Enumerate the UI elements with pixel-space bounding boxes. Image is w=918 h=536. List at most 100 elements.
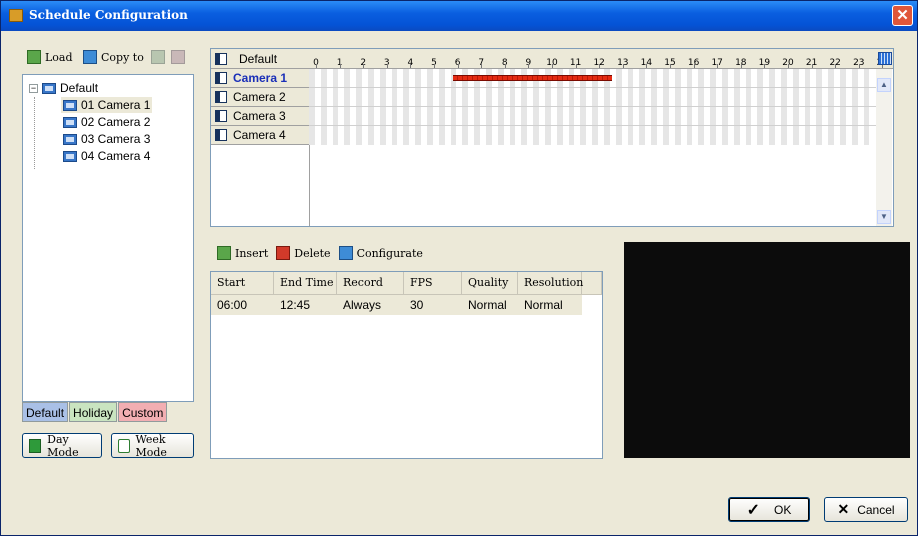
quarter-hour-slot[interactable] [704,69,711,145]
quarter-hour-slot[interactable] [727,69,734,145]
recording-segment[interactable] [452,75,612,81]
column-header[interactable]: End Time [274,272,337,294]
quarter-hour-slot[interactable] [869,69,876,145]
scroll-down-icon[interactable]: ▼ [877,210,891,224]
quarter-hour-slot[interactable] [668,69,675,145]
table-row[interactable]: 06:00 12:45 Always 30 Normal Normal [211,295,582,315]
collapse-icon[interactable]: − [29,83,38,93]
quarter-hour-slot[interactable] [356,69,363,145]
grid-row-camera-2[interactable]: Camera 2 [211,88,309,107]
quarter-hour-slot[interactable] [757,69,764,145]
tab-holiday[interactable]: Holiday [69,402,118,422]
quarter-hour-slot[interactable] [828,69,835,145]
scroll-up-icon[interactable]: ▲ [877,78,891,92]
grid-row-camera-3[interactable]: Camera 3 [211,107,309,126]
week-mode-button[interactable]: Week Mode [111,433,194,459]
copy-to-button[interactable]: Copy to [83,50,144,64]
quarter-hour-slot[interactable] [651,69,658,145]
calendar-icon[interactable] [878,52,892,65]
quarter-hour-slot[interactable] [834,69,840,145]
quarter-hour-slot[interactable] [326,69,333,145]
quarter-hour-slot[interactable] [781,69,787,145]
quarter-hour-slot[interactable] [863,69,870,145]
tree-item-camera-3[interactable]: 03 Camera 3 [61,131,152,147]
quarter-hour-slot[interactable] [320,69,327,145]
quarter-hour-slot[interactable] [397,69,404,145]
quarter-hour-slot[interactable] [716,69,722,145]
grid-scrollbar[interactable]: ▲ ▼ [876,69,892,226]
quarter-hour-slot[interactable] [338,69,345,145]
quarter-hour-slot[interactable] [403,69,410,145]
quarter-hour-slot[interactable] [804,69,811,145]
quarter-hour-slot[interactable] [751,69,758,145]
quarter-hour-slot[interactable] [822,69,829,145]
configure-button[interactable]: Configurate [338,246,423,260]
quarter-hour-slot[interactable] [775,69,781,145]
column-header[interactable]: Start Time [211,272,274,311]
quarter-hour-slot[interactable] [391,69,398,145]
quarter-hour-slot[interactable] [421,69,427,145]
quarter-hour-slot[interactable] [798,69,805,145]
column-header[interactable]: Resolution [518,272,583,294]
grid-row-camera-4[interactable]: Camera 4 [211,126,309,145]
quarter-hour-slot[interactable] [763,69,770,145]
quarter-hour-slot[interactable] [332,69,339,145]
quarter-hour-slot[interactable] [379,69,386,145]
quarter-hour-slot[interactable] [373,69,380,145]
quarter-hour-slot[interactable] [409,69,416,145]
quarter-hour-slot[interactable] [633,69,640,145]
tree-item-camera-2[interactable]: 02 Camera 2 [61,114,152,130]
delete-button[interactable]: Delete [276,246,331,260]
quarter-hour-slot[interactable] [816,69,823,145]
quarter-hour-slot[interactable] [350,69,357,145]
cancel-button[interactable]: ✕ Cancel [824,497,908,522]
quarter-hour-slot[interactable] [639,69,646,145]
quarter-hour-slot[interactable] [362,69,368,145]
grid-row-camera-1[interactable]: Camera 1 [211,69,309,88]
quarter-hour-slot[interactable] [692,69,699,145]
quarter-hour-slot[interactable] [444,69,451,145]
quarter-hour-slot[interactable] [385,69,392,145]
insert-button[interactable]: Insert [217,246,268,260]
quarter-hour-slot[interactable] [733,69,740,145]
quarter-hour-slot[interactable] [698,69,705,145]
quarter-hour-slot[interactable] [344,69,351,145]
quarter-hour-slot[interactable] [769,69,776,145]
tree-item-camera-4[interactable]: 04 Camera 4 [61,148,152,164]
tree-root-default[interactable]: − Default [29,81,98,95]
tab-default[interactable]: Default [22,402,69,422]
quarter-hour-slot[interactable] [710,69,717,145]
column-header[interactable]: FPS [404,272,462,294]
quarter-hour-slot[interactable] [686,69,693,145]
column-header[interactable]: Quality [462,272,518,294]
quarter-hour-slot[interactable] [857,69,864,145]
quarter-hour-slot[interactable] [786,69,793,145]
quarter-hour-slot[interactable] [432,69,439,145]
quarter-hour-slot[interactable] [739,69,746,145]
quarter-hour-slot[interactable] [438,69,445,145]
quarter-hour-slot[interactable] [427,69,433,145]
quarter-hour-slot[interactable] [851,69,858,145]
quarter-hour-slot[interactable] [621,69,628,145]
day-mode-button[interactable]: Day Mode [22,433,102,459]
time-slot-area[interactable] [309,69,877,145]
quarter-hour-slot[interactable] [722,69,728,145]
quarter-hour-slot[interactable] [645,69,652,145]
quarter-hour-slot[interactable] [663,69,669,145]
quarter-hour-slot[interactable] [845,69,852,145]
column-header[interactable]: Record [337,272,404,294]
quarter-hour-slot[interactable] [745,69,752,145]
quarter-hour-slot[interactable] [657,69,663,145]
load-button[interactable]: Load [27,50,73,64]
quarter-hour-slot[interactable] [674,69,681,145]
tree-item-camera-1[interactable]: 01 Camera 1 [61,97,153,113]
quarter-hour-slot[interactable] [368,69,374,145]
add-group-button[interactable] [151,50,169,64]
quarter-hour-slot[interactable] [627,69,634,145]
quarter-hour-slot[interactable] [415,69,422,145]
quarter-hour-slot[interactable] [680,69,687,145]
quarter-hour-slot[interactable] [615,69,622,145]
remove-group-button[interactable] [171,50,189,64]
close-button[interactable]: ✕ [892,5,913,26]
quarter-hour-slot[interactable] [810,69,817,145]
